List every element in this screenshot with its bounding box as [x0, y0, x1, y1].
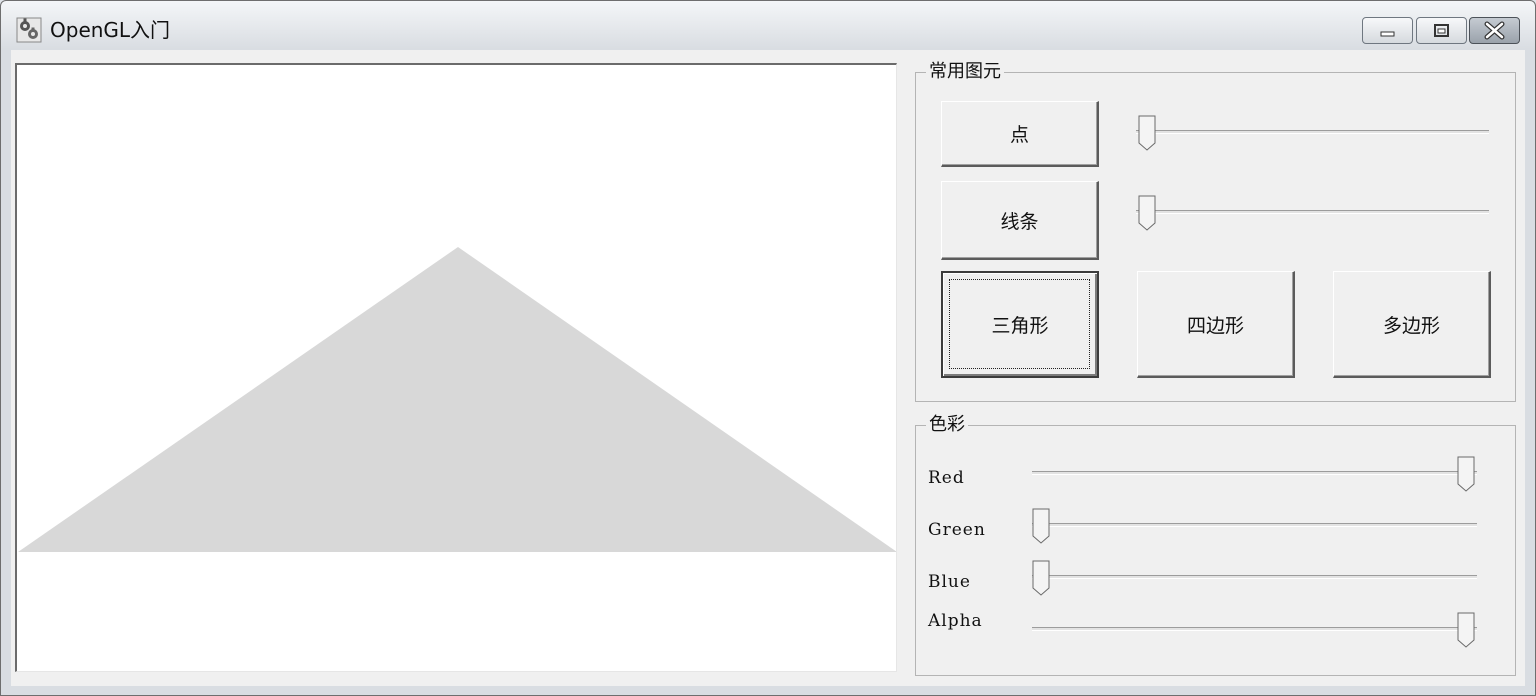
alpha-slider[interactable]	[1032, 612, 1477, 648]
minimize-button[interactable]	[1362, 17, 1413, 44]
maximize-button[interactable]	[1416, 17, 1467, 44]
point-button[interactable]: 点	[941, 101, 1099, 167]
green-slider[interactable]	[1032, 508, 1477, 544]
blue-slider-track	[1032, 575, 1477, 579]
focus-rectangle	[949, 279, 1090, 369]
close-icon	[1484, 21, 1505, 40]
line-width-slider-track	[1136, 210, 1489, 214]
red-label: Red	[928, 468, 965, 488]
gears-icon	[16, 17, 42, 43]
point-size-slider-thumb[interactable]	[1138, 115, 1158, 151]
minimize-icon	[1380, 31, 1395, 37]
alpha-slider-track	[1032, 627, 1477, 631]
red-slider-thumb[interactable]	[1457, 456, 1477, 492]
green-slider-track	[1032, 523, 1477, 527]
line-width-slider-thumb[interactable]	[1138, 195, 1158, 231]
window-title: OpenGL入门	[50, 18, 171, 42]
blue-slider-thumb[interactable]	[1032, 560, 1052, 596]
green-slider-thumb[interactable]	[1032, 508, 1052, 544]
line-width-slider[interactable]	[1136, 195, 1489, 231]
color-group-title: 色彩	[926, 414, 968, 436]
quad-button-label: 四边形	[1186, 314, 1244, 337]
primitives-group-title: 常用图元	[926, 61, 1004, 83]
red-slider-track	[1032, 471, 1477, 475]
canvas-drawing	[18, 247, 896, 552]
alpha-slider-thumb[interactable]	[1457, 612, 1477, 648]
alpha-label: Alpha	[928, 611, 983, 631]
quad-button[interactable]: 四边形	[1137, 271, 1295, 378]
opengl-canvas[interactable]	[15, 63, 897, 672]
red-slider[interactable]	[1032, 456, 1477, 492]
main-window: OpenGL入门 常用图元 点 线条 三角形 四边形 多边形 色彩 Red Gr…	[0, 0, 1536, 696]
point-size-slider[interactable]	[1136, 115, 1489, 151]
point-button-label: 点	[1009, 124, 1029, 146]
polygon-button-label: 多边形	[1382, 314, 1440, 337]
title-bar[interactable]: OpenGL入门	[1, 1, 1535, 49]
triangle-shape	[18, 247, 896, 552]
client-area: 常用图元 点 线条 三角形 四边形 多边形 色彩 Red Green Blue …	[11, 50, 1525, 686]
line-button-label: 线条	[1000, 210, 1039, 233]
color-groupbox: 色彩 Red Green Blue Alpha	[915, 414, 1516, 676]
point-size-slider-track	[1136, 130, 1489, 134]
blue-label: Blue	[928, 572, 971, 592]
close-button[interactable]	[1469, 17, 1520, 44]
maximize-icon	[1434, 24, 1449, 37]
triangle-button[interactable]: 三角形	[941, 271, 1099, 378]
line-button[interactable]: 线条	[941, 181, 1099, 260]
blue-slider[interactable]	[1032, 560, 1477, 596]
polygon-button[interactable]: 多边形	[1333, 271, 1491, 378]
green-label: Green	[928, 520, 986, 540]
primitives-groupbox: 常用图元 点 线条 三角形 四边形 多边形	[915, 61, 1516, 402]
